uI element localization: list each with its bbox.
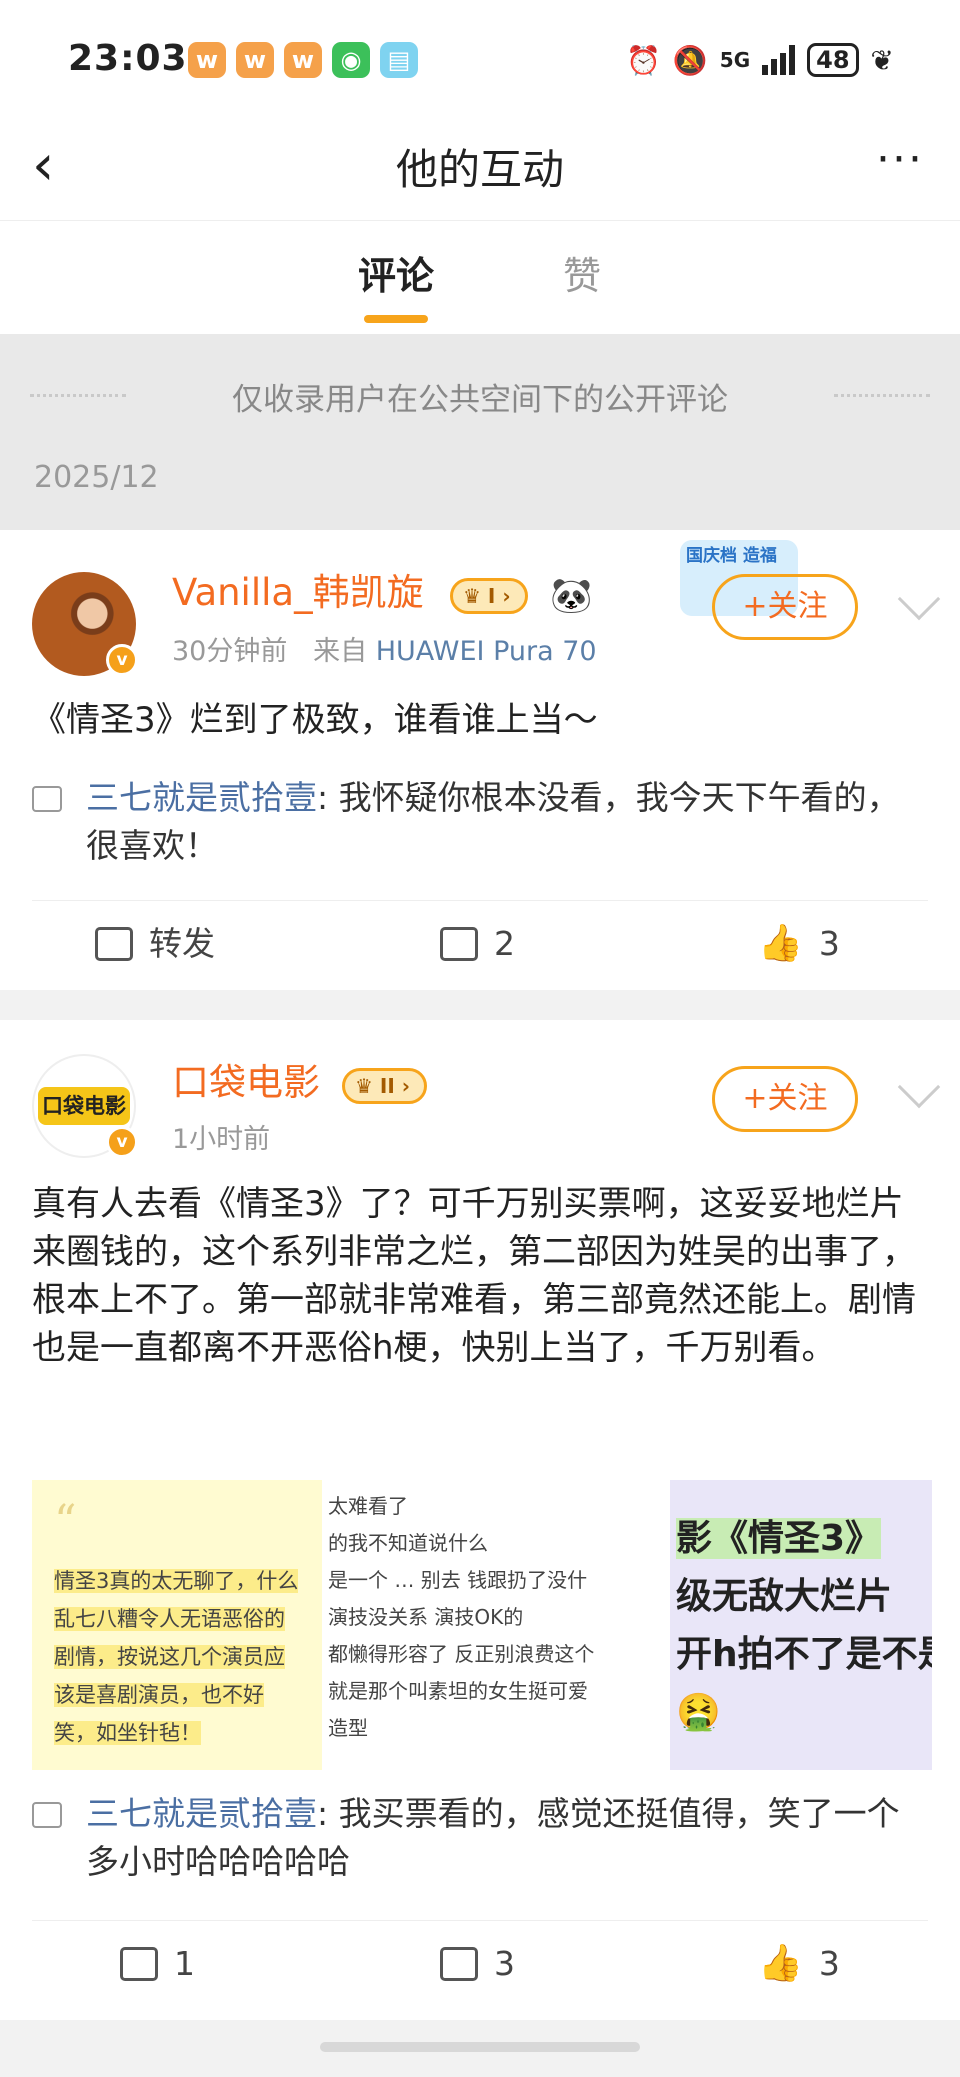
chevron-down-icon[interactable] [897,1065,941,1109]
forward-button[interactable]: 转发 [95,922,215,966]
thumbs-up-icon: 👍 [758,923,803,964]
follow-button[interactable]: +关注 [712,574,858,640]
panda-icon: 🐼 [550,576,593,616]
image-line: 开h拍不了是不是 [676,1634,932,1675]
reply-username[interactable]: 三七就是贰拾壹 [86,778,317,817]
weibo-icon: w [236,42,274,78]
forward-count: 1 [174,1944,195,1983]
image-caption: 情圣3真的太无聊了，什么乱七八糟令人无语恶俗的剧情，按说这几个演员应该是喜剧演员… [54,1569,299,1745]
status-icons: ⏰ 🔕 5G 48 ❦ [626,40,894,80]
post-image[interactable]: 太难看了 的我不知道说什么 是一个 … 别去 钱跟扔了没什 演技没关系 演技OK… [322,1480,662,1770]
like-button[interactable]: 👍 3 [758,1942,840,1986]
forward-icon [120,1947,158,1981]
divider [32,1920,928,1921]
thumbs-up-icon: 👍 [758,1943,803,1984]
like-count: 3 [818,924,840,963]
comment-count: 3 [494,1944,515,1983]
notice-text: 仅收录用户在公共空间下的公开评论 [232,382,728,418]
tab-bar: 评论 赞 [0,220,960,334]
follow-button[interactable]: +关注 [712,1066,858,1132]
reply-username[interactable]: 三七就是贰拾壹 [86,1794,317,1833]
divider-dots [834,394,930,397]
chevron-down-icon[interactable] [897,577,941,621]
tab-likes[interactable]: 赞 [563,251,601,301]
image-line: 的我不知道说什么 [328,1531,488,1555]
post-text: 《情圣3》烂到了极致，谁看谁上当～ [32,700,598,740]
image-line: 造型 [328,1716,368,1740]
image-line: 影《情圣3》 [676,1518,882,1559]
post-card: v Vanilla_韩凯旋 ♛ I › 🐼 30分钟前 来自 HUAWEI Pu… [0,530,960,990]
app-root: 23:03 w w w ◉ ▤ ⏰ 🔕 5G 48 ❦ ‹ 他的互动 ··· 评… [0,0,960,2077]
quote-icon: “ [54,1496,77,1547]
image-line: 是一个 … 别去 钱跟扔了没什 [328,1568,588,1592]
post-image[interactable]: 影《情圣3》 级无敌大烂片 开h拍不了是不是 🤮 [670,1480,932,1770]
image-line: 级无敌大烂片 [676,1576,893,1617]
action-bar: 转发 2 👍 3 [0,902,960,982]
image-line: 都懒得形容了 反正别浪费这个 [328,1642,595,1666]
forward-button[interactable]: 1 [120,1942,195,1986]
book-icon: ▤ [380,42,418,78]
image-row: “ 情圣3真的太无聊了，什么乱七八糟令人无语恶俗的剧情，按说这几个演员应该是喜剧… [32,1480,932,1770]
like-count: 3 [818,1944,840,1983]
mute-icon: 🔕 [672,43,708,77]
post-meta: 30分钟前 来自 HUAWEI Pura 70 [172,632,597,672]
vomit-emoji-icon: 🤮 [676,1692,721,1733]
battery-icon: 48 [807,43,859,77]
wechat-icon: ◉ [332,42,370,78]
comment-count: 2 [494,924,515,963]
tab-indicator [364,315,428,323]
comment-button[interactable]: 2 [440,922,515,966]
username[interactable]: Vanilla_韩凯旋 [172,568,424,618]
crown-icon: ♛ I › [450,578,528,614]
comment-button[interactable]: 3 [440,1942,515,1986]
post-image[interactable]: “ 情圣3真的太无聊了，什么乱七八糟令人无语恶俗的剧情，按说这几个演员应该是喜剧… [32,1480,322,1770]
signal-label: 5G [719,48,751,72]
image-line: 太难看了 [328,1494,408,1518]
action-bar: 1 3 👍 3 [0,1922,960,2002]
avatar-logo-text: 口袋电影 [38,1087,130,1125]
crown-icon: ♛ II › [342,1068,428,1104]
image-line: 就是那个叫素坦的女生挺可爱 [328,1679,588,1703]
verified-badge-icon: v [106,1126,138,1158]
tab-comments[interactable]: 评论 [358,251,434,301]
reply-preview[interactable]: 三七就是贰拾壹: 我怀疑你根本没看，我今天下午看的，很喜欢！ [32,774,932,870]
nav-bar: ‹ 他的互动 ··· [0,120,960,220]
divider [32,900,928,901]
image-line: 演技没关系 演技OK的 [328,1605,524,1629]
status-bar: 23:03 w w w ◉ ▤ ⏰ 🔕 5G 48 ❦ [0,0,960,120]
level-label: I [487,584,496,608]
source-prefix: 来自 [313,636,368,667]
comment-icon [32,1802,62,1828]
weibo-icon: w [188,42,226,78]
reply-preview[interactable]: 三七就是贰拾壹: 我买票看的，感觉还挺值得，笑了一个多小时哈哈哈哈哈 [32,1790,932,1886]
post-time: 30分钟前 [172,636,288,667]
alarm-icon: ⏰ [626,43,661,77]
leaf-icon: ❦ [870,43,894,77]
device-label[interactable]: HUAWEI Pura 70 [376,636,597,667]
verified-badge-icon: v [106,644,138,676]
section-date: 2025/12 [34,460,159,495]
comment-icon [440,1947,478,1981]
forward-icon [95,927,133,961]
username[interactable]: 口袋电影 [172,1058,320,1108]
post-time: 1小时前 [172,1124,271,1155]
home-indicator[interactable] [320,2042,640,2052]
post-text: 真有人去看《情圣3》了？可千万别买票啊，这妥妥地烂片来圈钱的，这个系列非常之烂，… [32,1184,916,1368]
like-button[interactable]: 👍 3 [758,922,840,966]
page-title: 他的互动 [395,145,564,194]
forward-label: 转发 [149,924,215,963]
weibo-icon: w [284,42,322,78]
signal-icon [762,45,796,75]
level-label: II [379,1074,395,1098]
post-card: 口袋电影 v 口袋电影 ♛ II › 1小时前 +关注 真有人去看《情圣3》了？… [0,1020,960,2020]
more-icon[interactable]: ··· [876,130,924,190]
status-time: 23:03 [68,38,188,79]
notice-banner: 仅收录用户在公共空间下的公开评论 2025/12 [0,334,960,530]
comment-icon [440,927,478,961]
comment-icon [32,786,62,812]
